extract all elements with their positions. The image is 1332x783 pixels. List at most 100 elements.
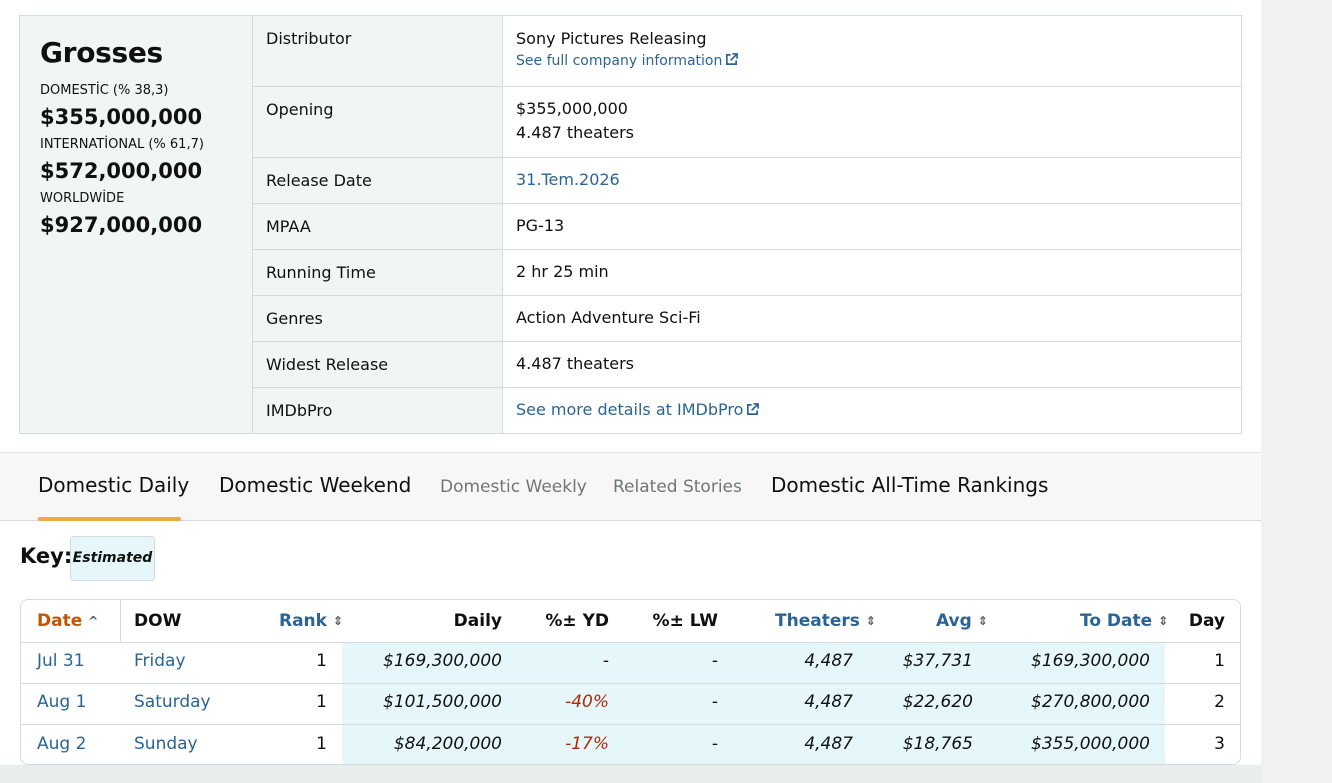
- row-lw: -: [711, 692, 718, 712]
- opening-cell: $355,000,000 4.487 theaters: [503, 87, 1241, 157]
- domestic-label: DOMESTİC (% 38,3): [40, 83, 169, 98]
- row-rank: 1: [316, 651, 327, 671]
- tab-related-stories[interactable]: Related Stories: [613, 477, 742, 497]
- distributor-cell: Sony Pictures Releasing See full company…: [503, 16, 1241, 86]
- sort-icon: ⇕: [865, 614, 876, 628]
- row-todate: $270,800,000: [1031, 692, 1150, 712]
- widest-label: Widest Release: [253, 342, 503, 387]
- row-day: 1: [1214, 651, 1225, 671]
- row-daily: $101,500,000: [383, 692, 502, 712]
- domestic-value: $355,000,000: [40, 105, 203, 129]
- imdbpro-label: IMDbPro: [253, 388, 503, 433]
- grosses-panel: Grosses DOMESTİC (% 38,3) $355,000,000 I…: [20, 16, 253, 433]
- widest-value: 4.487 theaters: [516, 354, 634, 373]
- runtime-value: 2 hr 25 min: [516, 262, 609, 281]
- worldwide-label: WORLDWİDE: [40, 191, 125, 206]
- header-lw: %± LW: [652, 611, 718, 631]
- row-daily: $169,300,000: [383, 651, 502, 671]
- row-rank: 1: [316, 692, 327, 712]
- row-imdbpro: IMDbPro See more details at IMDbPro: [253, 388, 1241, 433]
- tab-bar: Domestic Daily Domestic Weekend Domestic…: [0, 452, 1261, 521]
- row-theaters: 4,487: [804, 734, 853, 754]
- international-label: INTERNATİONAL (% 61,7): [40, 137, 204, 152]
- right-gutter: [1261, 0, 1332, 783]
- row-theaters: 4,487: [804, 651, 853, 671]
- summary-table: Grosses DOMESTİC (% 38,3) $355,000,000 I…: [19, 15, 1242, 434]
- genres-label: Genres: [253, 296, 503, 341]
- page: Grosses DOMESTİC (% 38,3) $355,000,000 I…: [0, 0, 1261, 765]
- sort-ascending-icon: ^: [88, 614, 99, 628]
- row-dow-link[interactable]: Friday: [134, 651, 186, 671]
- row-yd: -17%: [565, 734, 609, 754]
- row-theaters: 4,487: [804, 692, 853, 712]
- row-divider: [21, 683, 1240, 684]
- header-date[interactable]: Date ^: [37, 611, 98, 631]
- row-genres: Genres Action Adventure Sci-Fi: [253, 296, 1241, 342]
- distributor-value: Sony Pictures Releasing: [516, 29, 707, 48]
- row-widest-release: Widest Release 4.487 theaters: [253, 342, 1241, 388]
- sort-icon: ⇕: [977, 614, 988, 628]
- row-date-link[interactable]: Jul 31: [37, 651, 85, 671]
- row-yd: -: [602, 651, 609, 671]
- row-lw: -: [711, 651, 718, 671]
- tab-all-time-rankings[interactable]: Domestic All-Time Rankings: [771, 473, 1048, 497]
- row-daily: $84,200,000: [393, 734, 502, 754]
- international-value: $572,000,000: [40, 159, 203, 183]
- opening-label: Opening: [253, 87, 503, 157]
- row-todate: $355,000,000: [1031, 734, 1150, 754]
- row-divider: [21, 642, 1240, 643]
- imdbpro-cell: See more details at IMDbPro: [503, 388, 1241, 433]
- mpaa-label: MPAA: [253, 204, 503, 249]
- active-tab-indicator: [38, 517, 181, 521]
- row-rank: 1: [316, 734, 327, 754]
- opening-value: $355,000,000: [516, 99, 628, 118]
- release-date-link[interactable]: 31.Tem.2026: [516, 170, 620, 189]
- row-distributor: Distributor Sony Pictures Releasing See …: [253, 16, 1241, 87]
- tab-domestic-daily[interactable]: Domestic Daily: [38, 473, 189, 497]
- row-day: 3: [1214, 734, 1225, 754]
- genres-value: Action Adventure Sci-Fi: [516, 308, 701, 327]
- runtime-label: Running Time: [253, 250, 503, 295]
- row-day: 2: [1214, 692, 1225, 712]
- row-lw: -: [711, 734, 718, 754]
- estimated-badge: Estimated: [70, 536, 155, 581]
- sort-icon: ⇕: [1158, 614, 1169, 628]
- row-mpaa: MPAA PG-13: [253, 204, 1241, 250]
- row-dow-link[interactable]: Saturday: [134, 692, 211, 712]
- header-dow: DOW: [134, 611, 182, 631]
- sort-icon: ⇕: [332, 614, 344, 628]
- worldwide-value: $927,000,000: [40, 213, 203, 237]
- release-cell: 31.Tem.2026: [503, 158, 1241, 203]
- row-divider: [21, 724, 1240, 725]
- grosses-title: Grosses: [40, 36, 163, 69]
- row-date-link[interactable]: Aug 2: [37, 734, 86, 754]
- header-day: Day: [1188, 611, 1225, 631]
- row-running-time: Running Time 2 hr 25 min: [253, 250, 1241, 296]
- tab-domestic-weekend[interactable]: Domestic Weekend: [219, 473, 411, 497]
- external-link-icon: [726, 53, 739, 65]
- header-todate[interactable]: To Date ⇕: [1080, 611, 1168, 631]
- row-todate: $169,300,000: [1031, 651, 1150, 671]
- row-avg: $22,620: [902, 692, 973, 712]
- row-yd: -40%: [565, 692, 609, 712]
- distributor-label: Distributor: [253, 16, 503, 86]
- summary-rows: Distributor Sony Pictures Releasing See …: [253, 16, 1241, 433]
- row-dow-link[interactable]: Sunday: [134, 734, 198, 754]
- mpaa-value: PG-13: [516, 216, 565, 235]
- daily-table: Date ^ DOW Rank ⇕ Daily %± YD %± LW Theate…: [20, 599, 1241, 765]
- release-label: Release Date: [253, 158, 503, 203]
- external-link-icon: [747, 403, 760, 415]
- header-avg[interactable]: Avg ⇕: [936, 611, 988, 631]
- key-label: Key:: [20, 544, 73, 568]
- header-theaters[interactable]: Theaters ⇕: [775, 611, 876, 631]
- header-yd: %± YD: [545, 611, 609, 631]
- opening-theaters: 4.487 theaters: [516, 123, 634, 142]
- row-date-link[interactable]: Aug 1: [37, 692, 86, 712]
- header-rank[interactable]: Rank ⇕: [279, 611, 343, 631]
- row-avg: $37,731: [902, 651, 973, 671]
- imdbpro-link[interactable]: See more details at IMDbPro: [516, 400, 760, 419]
- header-daily: Daily: [453, 611, 502, 631]
- company-info-link[interactable]: See full company information: [516, 51, 1228, 71]
- row-opening: Opening $355,000,000 4.487 theaters: [253, 87, 1241, 158]
- tab-domestic-weekly[interactable]: Domestic Weekly: [440, 477, 587, 497]
